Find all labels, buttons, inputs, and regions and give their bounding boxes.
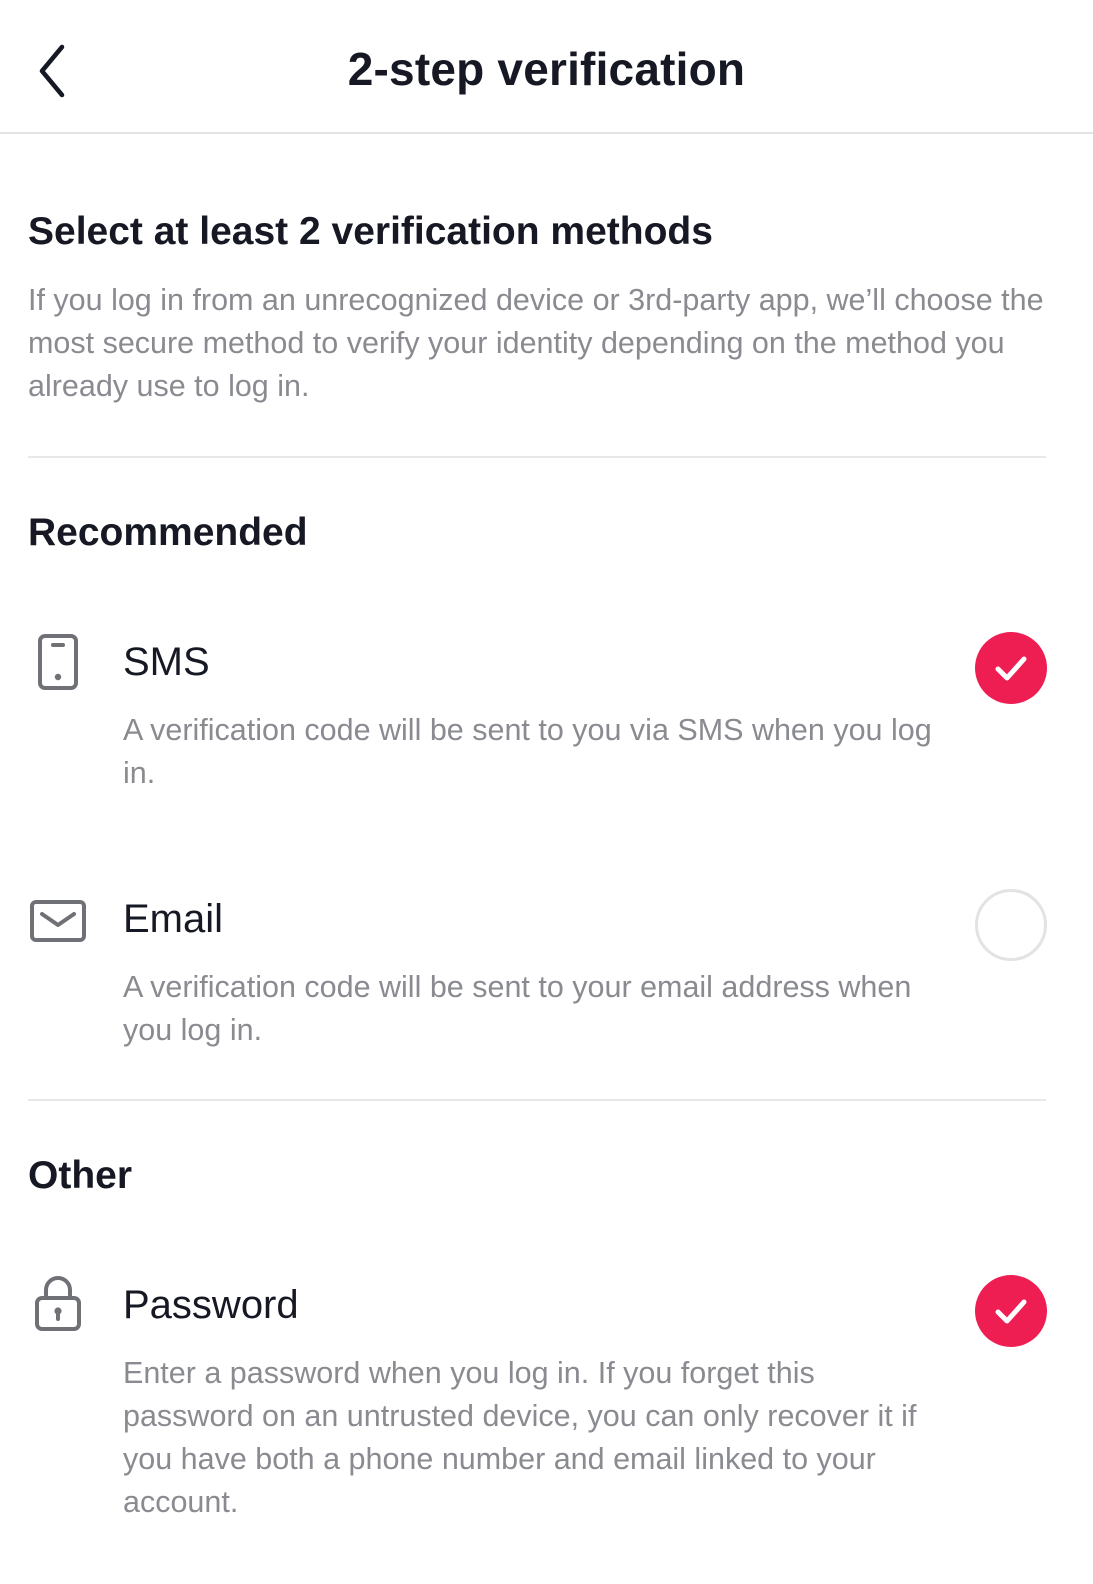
email-checkbox[interactable] — [975, 889, 1047, 961]
checkmark-icon — [995, 656, 1027, 681]
password-checkbox[interactable] — [975, 1275, 1047, 1347]
divider — [28, 1099, 1046, 1101]
divider — [28, 456, 1046, 458]
checkmark-icon — [995, 1299, 1027, 1324]
lock-icon — [28, 1273, 88, 1333]
method-sms[interactable]: SMS A verification code will be sent to … — [0, 620, 1093, 810]
phone-icon — [28, 632, 88, 692]
method-name-email: Email — [123, 897, 224, 941]
method-name-sms: SMS — [123, 640, 210, 684]
intro-heading: Select at least 2 verification methods — [28, 210, 713, 253]
section-title-other: Other — [28, 1154, 133, 1197]
section-title-recommended: Recommended — [28, 511, 308, 554]
method-password[interactable]: Password Enter a password when you log i… — [0, 1263, 1093, 1543]
top-bar: 2-step verification — [0, 0, 1093, 134]
method-description-sms: A verification code will be sent to you … — [123, 713, 932, 790]
page-title: 2-step verification — [347, 43, 746, 95]
intro-description: If you log in from an unrecognized devic… — [28, 283, 1044, 403]
sms-checkbox[interactable] — [975, 632, 1047, 704]
method-description-password: Enter a password when you log in. If you… — [123, 1356, 917, 1519]
method-name-password: Password — [123, 1283, 299, 1327]
method-email[interactable]: Email A verification code will be sent t… — [0, 877, 1093, 1067]
method-description-email: A verification code will be sent to your… — [123, 970, 912, 1047]
mail-icon — [28, 891, 88, 951]
